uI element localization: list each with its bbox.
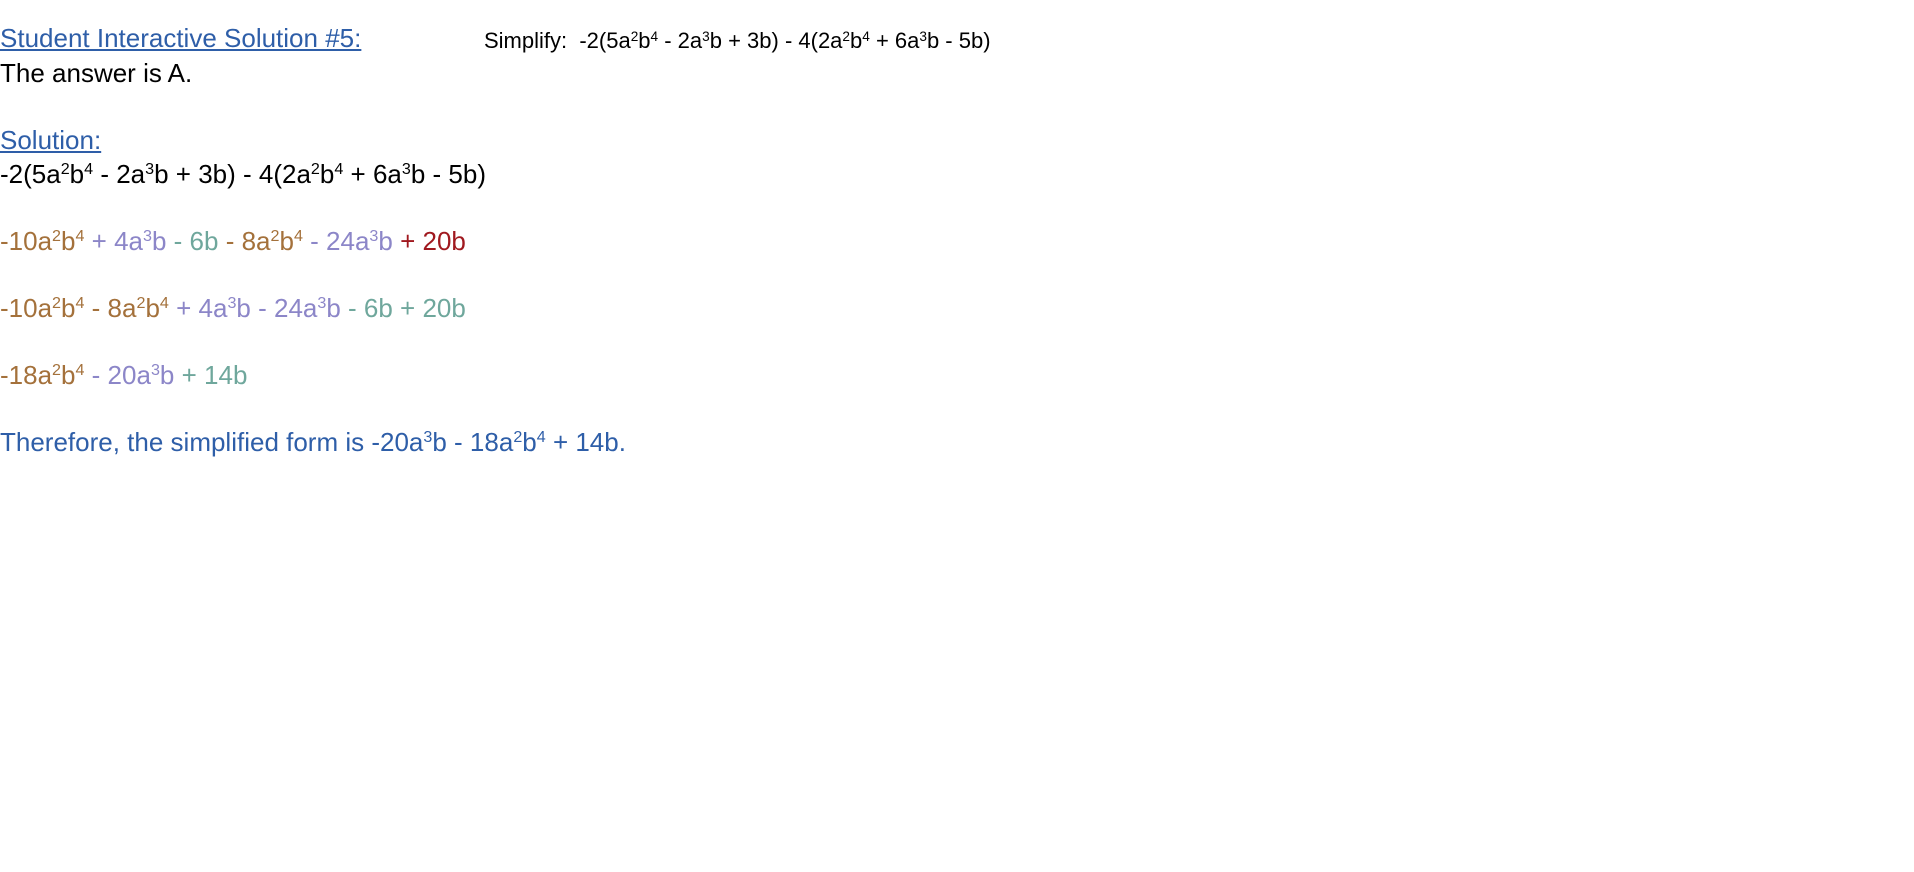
exponent: 3 <box>919 28 927 44</box>
conclusion-text: Therefore, the simplified form is -20a3b… <box>0 426 626 458</box>
teal-term-group: + 14b <box>174 360 248 390</box>
exponent: 4 <box>293 227 303 246</box>
expression-text: + 6a <box>343 159 402 189</box>
expression-text: b <box>850 28 863 53</box>
purple-term-group: + 4a3b <box>84 226 167 256</box>
exponent: 3 <box>227 294 237 313</box>
black-term-group: -2(5a2b4 - 2a3b + 3b) - 4(2a2b4 + 6a3b -… <box>0 159 486 189</box>
exponent: 2 <box>513 428 523 447</box>
exponent: 2 <box>270 227 280 246</box>
exponent: 4 <box>84 160 94 179</box>
expression-text: b <box>522 427 537 457</box>
expression-text: + 4a <box>168 293 228 323</box>
problem-statement: Simplify: -2(5a2b4 - 2a3b + 3b) - 4(2a2b… <box>484 27 991 55</box>
expression-text: - 6b + 20b <box>340 293 466 323</box>
expression-text: -18a <box>0 360 53 390</box>
expression-text: Therefore, the simplified form is -20a <box>0 427 424 457</box>
simplify-label: Simplify: <box>484 28 568 53</box>
expression-text: b <box>69 159 85 189</box>
expression-text: b - 18a <box>432 427 514 457</box>
expression-text: - 8a <box>84 293 137 323</box>
expression-text: b - 5b) <box>410 159 487 189</box>
purple-term-group: - 24a3b <box>303 226 393 256</box>
step-line-3: -10a2b4 - 8a2b4 + 4a3b - 24a3b - 6b + 20… <box>0 292 466 324</box>
exponent: 4 <box>650 28 659 44</box>
exponent: 3 <box>143 227 152 246</box>
step-line-1: -2(5a2b4 - 2a3b + 3b) - 4(2a2b4 + 6a3b -… <box>0 158 486 190</box>
expression-text: b <box>319 159 335 189</box>
teal-term-group: - 6b <box>166 226 219 256</box>
expression-text: b + 3b) - 4(2a <box>709 28 843 53</box>
step-line-4: -18a2b4 - 20a3b + 14b <box>0 359 247 391</box>
expression-text: - 20a <box>84 360 151 390</box>
brown-term-group: - 8a2b4 <box>218 226 303 256</box>
expression-text: - 2a <box>658 28 703 53</box>
expression-text: b <box>159 360 175 390</box>
expression-text: + 4a <box>84 226 144 256</box>
exponent: 3 <box>150 361 160 380</box>
expression-text: -10a <box>0 293 53 323</box>
exponent: 4 <box>536 428 546 447</box>
purple-term-group: + 4a3b - 24a3b <box>169 293 341 323</box>
expression-text: b <box>378 226 393 256</box>
exponent: 2 <box>52 227 62 246</box>
expression-text: b <box>638 28 651 53</box>
red-term-group: + 20b <box>393 226 466 256</box>
exponent: 3 <box>145 160 155 179</box>
expression-text: -2(5a <box>579 28 631 53</box>
expression-text: b <box>61 293 76 323</box>
expression-text: - 6b <box>166 226 219 256</box>
expression-text: + 20b <box>392 226 466 256</box>
expression-text: b <box>61 360 76 390</box>
answer-text: The answer is A. <box>0 58 193 88</box>
expression-text: + 6a <box>869 28 920 53</box>
exponent: 3 <box>423 428 433 447</box>
exponent: 3 <box>369 227 379 246</box>
step-line-2: -10a2b4 + 4a3b - 6b - 8a2b4 - 24a3b + 20… <box>0 225 466 257</box>
exponent: 2 <box>842 28 850 44</box>
exponent: 2 <box>52 361 62 380</box>
exponent: 2 <box>630 28 639 44</box>
expression-text: b <box>145 293 160 323</box>
exponent: 4 <box>75 227 85 246</box>
problem-expression: -2(5a2b4 - 2a3b + 3b) - 4(2a2b4 + 6a3b -… <box>579 28 990 53</box>
exponent: 4 <box>334 160 344 179</box>
exponent: 3 <box>702 28 710 44</box>
expression-text: + 14b <box>174 360 248 390</box>
exponent: 3 <box>317 294 327 313</box>
expression-text: b - 24a <box>236 293 318 323</box>
brown-term-group: -10a2b4 - 8a2b4 <box>0 293 169 323</box>
expression-text: - 2a <box>93 159 146 189</box>
expression-text: -10a <box>0 226 53 256</box>
brown-term-group: -10a2b4 <box>0 226 84 256</box>
teal-term-group: - 6b + 20b <box>341 293 466 323</box>
expression-text: - 8a <box>218 226 271 256</box>
solution-title-link[interactable]: Student Interactive Solution #5: <box>0 22 361 54</box>
solution-heading-link[interactable]: Solution: <box>0 124 101 156</box>
expression-text: + 14b. <box>545 427 626 457</box>
exponent: 4 <box>159 294 169 313</box>
purple-term-group: - 20a3b <box>84 360 175 390</box>
exponent: 4 <box>862 28 870 44</box>
exponent: 4 <box>75 294 85 313</box>
exponent: 3 <box>401 160 411 179</box>
expression-text: b <box>279 226 294 256</box>
exponent: 2 <box>60 160 70 179</box>
expression-text: b - 5b) <box>926 28 991 53</box>
expression-text: b + 3b) - 4(2a <box>154 159 311 189</box>
expression-text: -2(5a <box>0 159 61 189</box>
expression-text: b <box>326 293 341 323</box>
expression-text: b <box>151 226 167 256</box>
exponent: 2 <box>310 160 320 179</box>
exponent: 2 <box>136 294 146 313</box>
expression-text: - 24a <box>302 226 370 256</box>
exponent: 2 <box>52 294 62 313</box>
expression-text: b <box>61 226 76 256</box>
brown-term-group: -18a2b4 <box>0 360 84 390</box>
exponent: 4 <box>75 361 85 380</box>
